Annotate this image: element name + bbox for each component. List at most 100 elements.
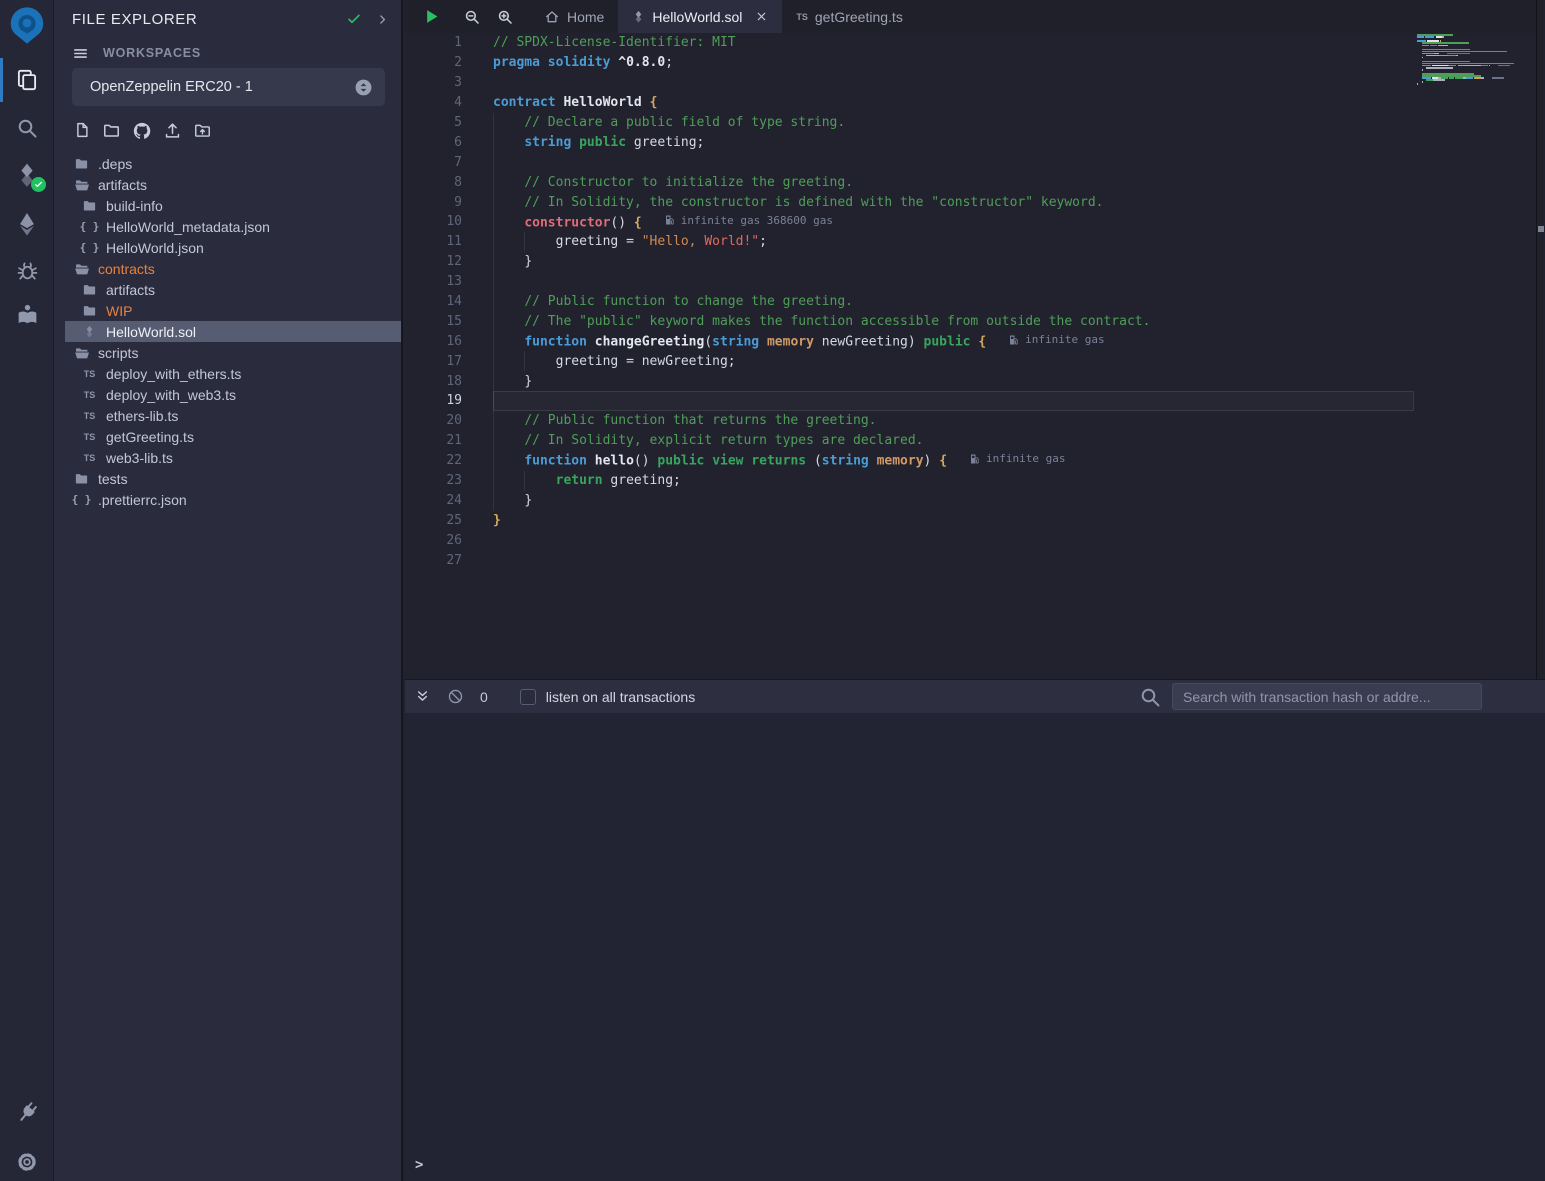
sidebar-item-learneth[interactable]	[0, 302, 54, 327]
code-line-15[interactable]: 15 // The "public" keyword makes the fun…	[405, 311, 1545, 331]
code-line-20[interactable]: 20 // Public function that returns the g…	[405, 411, 1545, 431]
tree-item-build-info[interactable]: build-info	[65, 195, 401, 216]
zoom-in-button[interactable]	[496, 8, 514, 26]
resize-handle[interactable]	[1538, 226, 1544, 232]
run-script-button[interactable]	[422, 7, 441, 26]
code-line-21[interactable]: 21 // In Solidity, explicit return types…	[405, 431, 1545, 451]
code-line-11[interactable]: 11 greeting = "Hello, World!";	[405, 232, 1545, 252]
terminal-search-input[interactable]	[1172, 683, 1482, 710]
code-line-4[interactable]: 4contract HelloWorld {	[405, 93, 1545, 113]
code-line-7[interactable]: 7	[405, 152, 1545, 172]
line-number: 6	[405, 135, 462, 150]
code-line-14[interactable]: 14 // Public function to change the gree…	[405, 292, 1545, 312]
workspaces-menu-button[interactable]	[72, 45, 89, 62]
tree-item-label: getGreeting.ts	[106, 429, 194, 445]
line-number: 16	[405, 334, 462, 349]
code-text: // SPDX-License-Identifier: MIT	[462, 35, 736, 50]
code-line-18[interactable]: 18 }	[405, 371, 1545, 391]
code-text: constructor() {infinite gas 368600 gas	[462, 214, 833, 231]
code-line-16[interactable]: 16 function changeGreeting(string memory…	[405, 331, 1545, 351]
tree-item-ethers-lib-ts[interactable]: TSethers-lib.ts	[65, 405, 401, 426]
listen-transactions-checkbox[interactable]	[520, 689, 536, 705]
code-line-19[interactable]: 19	[405, 391, 1545, 411]
tree-item-contracts[interactable]: contracts	[65, 258, 401, 279]
workspace-ok-button[interactable]	[346, 11, 362, 27]
panel-collapse-button[interactable]	[376, 13, 389, 26]
code-line-9[interactable]: 9 // In Solidity, the constructor is def…	[405, 192, 1545, 212]
new-file-button[interactable]	[73, 121, 91, 141]
workspace-select[interactable]: OpenZeppelin ERC20 - 1	[72, 68, 385, 106]
tree-item-deploy-with-web3-ts[interactable]: TSdeploy_with_web3.ts	[65, 384, 401, 405]
sidebar-item-solidity-compiler[interactable]	[0, 162, 54, 188]
tree-item-tests[interactable]: tests	[65, 468, 401, 489]
tree-item-artifacts[interactable]: artifacts	[65, 279, 401, 300]
line-number: 25	[405, 513, 462, 528]
code-line-25[interactable]: 25}	[405, 510, 1545, 530]
minimap[interactable]	[1417, 34, 1497, 89]
close-tab-icon[interactable]	[755, 10, 768, 23]
tree-item-label: deploy_with_ethers.ts	[106, 366, 241, 382]
tree-item-artifacts[interactable]: artifacts	[65, 174, 401, 195]
upload-folder-button[interactable]	[193, 121, 212, 141]
code-line-2[interactable]: 2pragma solidity ^0.8.0;	[405, 53, 1545, 73]
editor-topbar: HomeHelloWorld.solTSgetGreeting.ts	[405, 0, 1545, 33]
code-line-1[interactable]: 1// SPDX-License-Identifier: MIT	[405, 33, 1545, 53]
tree-item-helloworld-sol[interactable]: HelloWorld.sol	[65, 321, 401, 342]
tab-helloworld-sol[interactable]: HelloWorld.sol	[618, 0, 782, 33]
tree-item-wip[interactable]: WIP	[65, 300, 401, 321]
code-editor[interactable]: 1// SPDX-License-Identifier: MIT2pragma …	[405, 33, 1545, 679]
line-number: 21	[405, 433, 462, 448]
code-line-8[interactable]: 8 // Constructor to initialize the greet…	[405, 172, 1545, 192]
code-line-22[interactable]: 22 function hello() public view returns …	[405, 451, 1545, 471]
line-number: 23	[405, 473, 462, 488]
tree-item--prettierrc-json[interactable]: { }.prettierrc.json	[65, 489, 401, 510]
code-line-5[interactable]: 5 // Declare a public field of type stri…	[405, 113, 1545, 133]
remix-logo-icon	[6, 4, 48, 46]
tree-item--deps[interactable]: .deps	[65, 153, 401, 174]
tree-item-web3-lib-ts[interactable]: TSweb3-lib.ts	[65, 447, 401, 468]
folder-open-icon	[73, 177, 90, 193]
sidebar-item-search[interactable]	[0, 116, 54, 140]
zoom-out-button[interactable]	[463, 8, 481, 26]
code-line-27[interactable]: 27	[405, 550, 1545, 570]
clear-console-button[interactable]	[447, 688, 464, 705]
workspaces-label: WORKSPACES	[103, 46, 201, 60]
remix-logo[interactable]	[0, 4, 54, 46]
tree-item-scripts[interactable]: scripts	[65, 342, 401, 363]
sidebar-item-settings[interactable]	[0, 1150, 54, 1174]
tree-item-getgreeting-ts[interactable]: TSgetGreeting.ts	[65, 426, 401, 447]
tree-item-label: HelloWorld.json	[106, 240, 204, 256]
home-icon	[544, 9, 560, 25]
code-text: greeting = newGreeting;	[462, 354, 736, 369]
sidebar-item-debugger[interactable]	[0, 258, 54, 283]
code-text: greeting = "Hello, World!";	[462, 234, 767, 249]
upload-file-button[interactable]	[163, 121, 182, 141]
file-explorer-panel: FILE EXPLORER WORKSPACES OpenZeppelin ER…	[54, 0, 403, 1181]
code-line-10[interactable]: 10 constructor() {infinite gas 368600 ga…	[405, 212, 1545, 232]
code-line-24[interactable]: 24 }	[405, 490, 1545, 510]
code-text: // Declare a public field of type string…	[462, 115, 845, 130]
github-button[interactable]	[132, 121, 152, 141]
folder-open-icon	[73, 261, 90, 277]
tree-item-helloworld-metadata-json[interactable]: { }HelloWorld_metadata.json	[65, 216, 401, 237]
tab-getgreeting-ts[interactable]: TSgetGreeting.ts	[782, 0, 916, 33]
sidebar-item-plugin-manager[interactable]	[0, 1100, 54, 1125]
sidebar-item-deploy-run[interactable]	[0, 211, 54, 237]
tree-item-helloworld-json[interactable]: { }HelloWorld.json	[65, 237, 401, 258]
terminal-body[interactable]: >	[405, 713, 1545, 1181]
sidebar-item-file-explorer[interactable]	[0, 67, 54, 93]
code-line-26[interactable]: 26	[405, 530, 1545, 550]
code-line-12[interactable]: 12 }	[405, 252, 1545, 272]
tree-item-label: build-info	[106, 198, 163, 214]
code-line-3[interactable]: 3	[405, 73, 1545, 93]
code-line-6[interactable]: 6 string public greeting;	[405, 132, 1545, 152]
code-line-13[interactable]: 13	[405, 272, 1545, 292]
new-folder-button[interactable]	[102, 121, 121, 141]
code-line-17[interactable]: 17 greeting = newGreeting;	[405, 351, 1545, 371]
code-line-23[interactable]: 23 return greeting;	[405, 471, 1545, 491]
tree-item-deploy-with-ethers-ts[interactable]: TSdeploy_with_ethers.ts	[65, 363, 401, 384]
terminal-collapse-button[interactable]	[414, 688, 431, 705]
tab-home[interactable]: Home	[530, 0, 618, 33]
book-reader-icon	[15, 302, 40, 327]
folder-closed-icon	[81, 282, 98, 297]
